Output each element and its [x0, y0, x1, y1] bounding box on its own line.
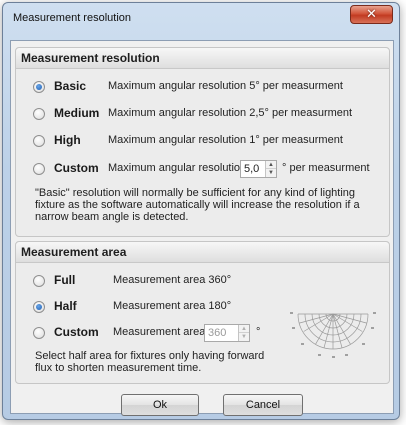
radio-high-desc: Maximum angular resolution 1° per measur… — [108, 134, 343, 146]
stepper-down-icon: ▼ — [241, 334, 247, 340]
radio-medium[interactable]: Medium Maximum angular resolution 2,5° p… — [16, 105, 389, 123]
radio-basic-desc: Maximum angular resolution 5° per measur… — [108, 80, 343, 92]
radio-custom-resolution-label[interactable]: Custom — [54, 161, 99, 175]
resolution-stepper-buttons[interactable]: ▲ ▼ — [265, 161, 276, 177]
area-heading: Measurement area — [16, 242, 389, 263]
resolution-stepper-value[interactable]: 5,0 — [244, 163, 259, 175]
radio-custom-resolution[interactable]: Custom Maximum angular resolution 5,0 ▲ … — [16, 160, 389, 178]
stepper-up-icon[interactable]: ▲ — [266, 161, 276, 169]
resolution-group: Measurement resolution Basic Maximum ang… — [15, 47, 390, 237]
radio-basic-label[interactable]: Basic — [54, 79, 86, 93]
radio-high-label[interactable]: High — [54, 133, 81, 147]
radio-basic-indicator[interactable] — [33, 81, 45, 93]
radio-custom-area-desc: Measurement area — [113, 326, 206, 338]
stepper-down-icon[interactable]: ▼ — [266, 169, 276, 177]
area-note-line-2: flux to shorten measurement time. — [35, 362, 202, 374]
radio-medium-desc: Maximum angular resolution 2,5° per meas… — [108, 107, 353, 119]
window-title: Measurement resolution — [13, 12, 132, 24]
resolution-stepper-suffix: ° per measurment — [282, 162, 370, 174]
radio-custom-resolution-indicator[interactable] — [33, 163, 45, 175]
radio-medium-label[interactable]: Medium — [54, 106, 99, 120]
radio-custom-area-label[interactable]: Custom — [54, 325, 99, 339]
area-stepper-suffix: ° — [256, 326, 261, 338]
resolution-note: "Basic" resolution will normally be suff… — [35, 187, 360, 223]
radio-full-desc: Measurement area 360° — [113, 274, 232, 286]
close-button[interactable]: ✕ — [350, 5, 393, 24]
resolution-note-line-3: narrow beam angle is detected. — [35, 211, 189, 223]
resolution-stepper[interactable]: 5,0 ▲ ▼ — [240, 160, 277, 178]
resolution-heading: Measurement resolution — [16, 48, 389, 69]
area-stepper-buttons: ▲ ▼ — [238, 325, 249, 341]
cancel-button[interactable]: Cancel — [223, 394, 303, 416]
radio-half-label[interactable]: Half — [54, 299, 77, 313]
title-bar[interactable]: Measurement resolution ✕ — [3, 3, 399, 33]
stepper-up-icon: ▲ — [239, 325, 249, 333]
radio-custom-resolution-desc: Maximum angular resolution — [108, 162, 247, 174]
radio-high-indicator[interactable] — [33, 135, 45, 147]
polar-half-diagram-icon — [290, 312, 376, 358]
close-icon: ✕ — [366, 6, 377, 21]
radio-full-label[interactable]: Full — [54, 273, 75, 287]
radio-half-desc: Measurement area 180° — [113, 300, 232, 312]
area-stepper-value: 360 — [208, 327, 227, 339]
area-stepper: 360 ▲ ▼ — [204, 324, 250, 342]
dialog-window: Measurement resolution ✕ Measurement res… — [2, 2, 400, 420]
resolution-note-line-2: fixture as the software automatically wi… — [35, 199, 360, 211]
area-note: Select half area for fixtures only havin… — [35, 350, 264, 374]
ok-button[interactable]: Ok — [121, 394, 199, 416]
dialog-client: Measurement resolution Basic Maximum ang… — [10, 40, 394, 416]
radio-high[interactable]: High Maximum angular resolution 1° per m… — [16, 132, 389, 150]
radio-half-indicator[interactable] — [33, 301, 45, 313]
radio-custom-area-indicator[interactable] — [33, 327, 45, 339]
radio-medium-indicator[interactable] — [33, 108, 45, 120]
radio-full[interactable]: Full Measurement area 360° — [16, 272, 389, 290]
area-group: Measurement area Full Measurement area 3… — [15, 241, 390, 384]
resolution-note-line-1: "Basic" resolution will normally be suff… — [35, 187, 356, 199]
radio-full-indicator[interactable] — [33, 275, 45, 287]
radio-basic[interactable]: Basic Maximum angular resolution 5° per … — [16, 78, 389, 96]
area-note-line-1: Select half area for fixtures only havin… — [35, 350, 265, 362]
